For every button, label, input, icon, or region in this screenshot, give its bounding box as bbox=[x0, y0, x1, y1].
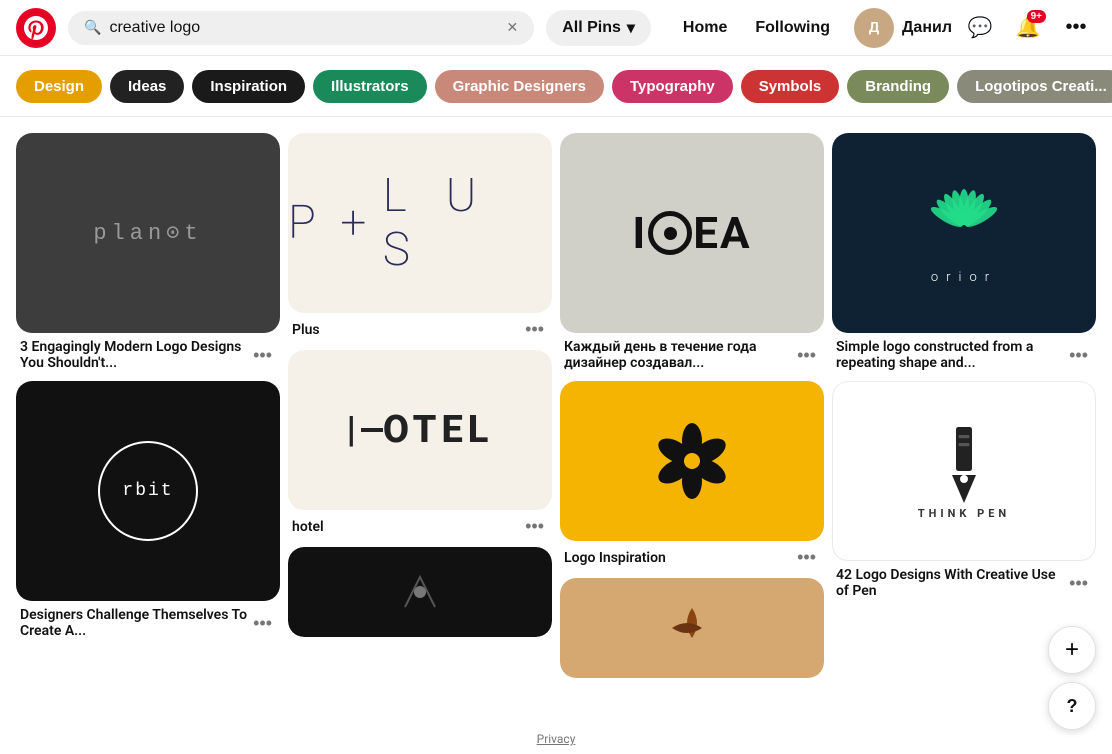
pin-title: Каждый день в течение года дизайнер созд… bbox=[564, 339, 793, 371]
pin-card[interactable]: plan⊙t 3 Engagingly Modern Logo Designs … bbox=[16, 133, 280, 373]
category-symbols[interactable]: Symbols bbox=[741, 70, 840, 103]
search-input[interactable] bbox=[109, 19, 498, 37]
pin-card[interactable]: I EA Каждый день в течение года дизайнер… bbox=[560, 133, 824, 373]
pin-title: Plus bbox=[292, 322, 521, 338]
rbit-logo: rbit bbox=[98, 441, 198, 541]
privacy-link[interactable]: Privacy bbox=[537, 732, 576, 746]
idea-logo: I EA bbox=[632, 207, 751, 259]
help-button[interactable]: ? bbox=[1048, 682, 1096, 730]
pin-label: 3 Engagingly Modern Logo Designs You Sho… bbox=[16, 333, 280, 373]
pin-more-button[interactable]: ••• bbox=[1065, 573, 1092, 594]
hotel-logo: | OTEL bbox=[347, 408, 494, 452]
more-options-button[interactable]: ••• bbox=[1056, 8, 1096, 48]
notification-badge: 9+ bbox=[1027, 10, 1046, 23]
grid-column-4: orior Simple logo constructed from a rep… bbox=[832, 133, 1096, 686]
header-user-area: Д Данил 💬 🔔 9+ ••• bbox=[854, 8, 1096, 48]
pin-card[interactable]: rbit Designers Challenge Themselves To C… bbox=[16, 381, 280, 641]
following-nav-button[interactable]: Following bbox=[743, 11, 842, 45]
plus-icon: + bbox=[1065, 636, 1079, 664]
pin-title: Designers Challenge Themselves To Create… bbox=[20, 607, 249, 639]
add-button[interactable]: + bbox=[1048, 626, 1096, 674]
search-bar: 🔍 ✕ bbox=[68, 11, 534, 45]
pin-card[interactable] bbox=[288, 547, 552, 637]
pin-label: Logo Inspiration ••• bbox=[560, 541, 824, 570]
main-nav: Home Following bbox=[671, 11, 842, 45]
grid-column-1: plan⊙t 3 Engagingly Modern Logo Designs … bbox=[16, 133, 280, 686]
username-button[interactable]: Данил bbox=[902, 19, 952, 37]
pinterest-logo-button[interactable] bbox=[16, 8, 56, 48]
chevron-down-icon: ▾ bbox=[627, 18, 635, 38]
planet-logo: plan⊙t bbox=[93, 220, 202, 246]
pin-label: hotel ••• bbox=[288, 510, 552, 539]
home-nav-button[interactable]: Home bbox=[671, 11, 739, 45]
pin-title: Logo Inspiration bbox=[564, 550, 793, 566]
category-ideas[interactable]: Ideas bbox=[110, 70, 184, 103]
pin-more-button[interactable]: ••• bbox=[793, 547, 820, 568]
avatar[interactable]: Д bbox=[854, 8, 894, 48]
pin-more-button[interactable]: ••• bbox=[1065, 345, 1092, 366]
messages-icon: 💬 bbox=[968, 15, 993, 40]
more-icon: ••• bbox=[1065, 16, 1086, 39]
clear-search-button[interactable]: ✕ bbox=[506, 19, 518, 36]
pin-card[interactable]: Logo Inspiration ••• bbox=[560, 381, 824, 570]
question-icon: ? bbox=[1067, 696, 1078, 717]
pin-label: Simple logo constructed from a repeating… bbox=[832, 333, 1096, 373]
pin-card[interactable]: P + L U S Plus ••• bbox=[288, 133, 552, 342]
filter-label: All Pins bbox=[562, 19, 621, 37]
abstract-logo bbox=[662, 598, 722, 658]
notifications-button[interactable]: 🔔 9+ bbox=[1008, 8, 1048, 48]
messages-button[interactable]: 💬 bbox=[960, 8, 1000, 48]
plus-logo: P + L U S bbox=[288, 169, 552, 277]
orior-logo bbox=[924, 182, 1004, 262]
category-graphic-designers[interactable]: Graphic Designers bbox=[435, 70, 604, 103]
category-illustrators[interactable]: Illustrators bbox=[313, 70, 427, 103]
pin-more-button[interactable]: ••• bbox=[521, 319, 548, 340]
category-branding[interactable]: Branding bbox=[847, 70, 949, 103]
pen-logo bbox=[939, 423, 989, 503]
category-logotipos[interactable]: Logotipos Creati... bbox=[957, 70, 1112, 103]
orior-name: orior bbox=[931, 270, 997, 285]
app-header: 🔍 ✕ All Pins ▾ Home Following Д Данил 💬 … bbox=[0, 0, 1112, 56]
pin-more-button[interactable]: ••• bbox=[521, 516, 548, 537]
pin-title: hotel bbox=[292, 519, 521, 535]
pinterest-logo-icon bbox=[24, 16, 48, 40]
dark-card-icon bbox=[390, 567, 450, 617]
filter-button[interactable]: All Pins ▾ bbox=[546, 10, 651, 46]
pin-label: Plus ••• bbox=[288, 313, 552, 342]
pin-label: 42 Logo Designs With Creative Use of Pen… bbox=[832, 561, 1096, 601]
category-inspiration[interactable]: Inspiration bbox=[192, 70, 305, 103]
pin-card[interactable]: orior Simple logo constructed from a rep… bbox=[832, 133, 1096, 373]
grid-column-2: P + L U S Plus ••• | OTEL bbox=[288, 133, 552, 686]
category-design[interactable]: Design bbox=[16, 70, 102, 103]
pin-more-button[interactable]: ••• bbox=[249, 613, 276, 634]
think-pen-label: THINK PEN bbox=[918, 507, 1010, 520]
pin-title: Simple logo constructed from a repeating… bbox=[836, 339, 1065, 371]
pin-label: Каждый день в течение года дизайнер созд… bbox=[560, 333, 824, 373]
pin-label: Designers Challenge Themselves To Create… bbox=[16, 601, 280, 641]
search-icon: 🔍 bbox=[84, 20, 101, 36]
pins-grid: plan⊙t 3 Engagingly Modern Logo Designs … bbox=[0, 117, 1112, 702]
pin-title: 42 Logo Designs With Creative Use of Pen bbox=[836, 567, 1065, 599]
pin-card[interactable]: THINK PEN 42 Logo Designs With Creative … bbox=[832, 381, 1096, 601]
grid-column-3: I EA Каждый день в течение года дизайнер… bbox=[560, 133, 824, 686]
pin-card[interactable] bbox=[560, 578, 824, 678]
pin-more-button[interactable]: ••• bbox=[249, 345, 276, 366]
pin-more-button[interactable]: ••• bbox=[793, 345, 820, 366]
pin-title: 3 Engagingly Modern Logo Designs You Sho… bbox=[20, 339, 249, 371]
pin-card[interactable]: | OTEL hotel ••• bbox=[288, 350, 552, 539]
category-typography[interactable]: Typography bbox=[612, 70, 733, 103]
bee-logo bbox=[652, 421, 732, 501]
category-pills: Design Ideas Inspiration Illustrators Gr… bbox=[0, 56, 1112, 117]
